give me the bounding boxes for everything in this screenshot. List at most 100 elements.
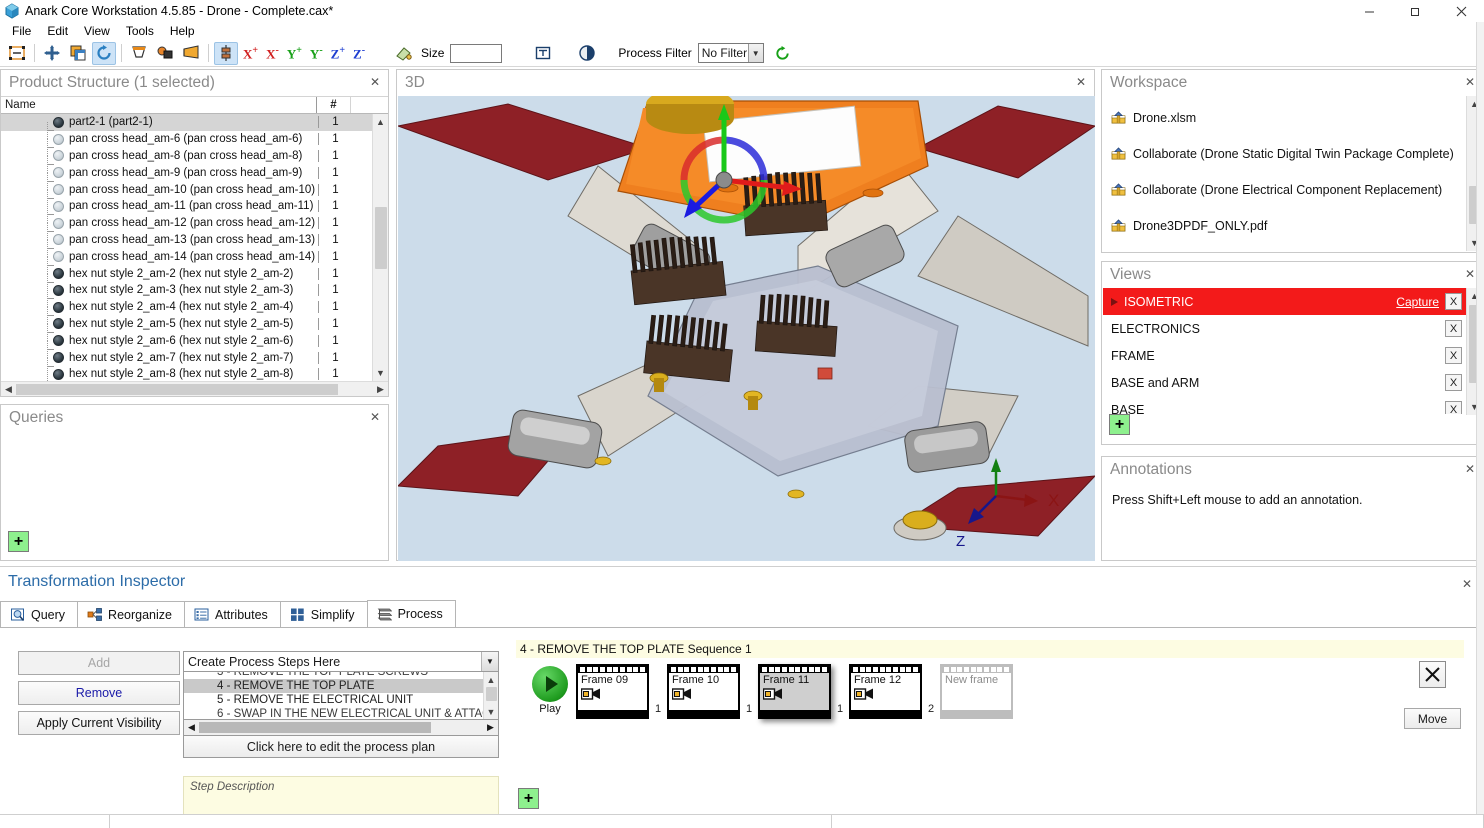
axis-x-minus-button[interactable]: X- <box>262 46 283 60</box>
sequence-close-button[interactable] <box>1419 661 1446 688</box>
scroll-down-icon[interactable]: ▼ <box>373 365 389 381</box>
close-icon[interactable]: ✕ <box>1463 75 1477 89</box>
delete-view-button[interactable]: X <box>1445 401 1462 414</box>
rotate-button[interactable] <box>92 42 116 65</box>
menu-tools[interactable]: Tools <box>118 23 162 39</box>
list-item[interactable]: Collaborate (Drone Electrical Component … <box>1103 172 1466 208</box>
table-row[interactable]: pan cross head_am-11 (pan cross head_am-… <box>1 198 372 215</box>
list-item[interactable]: Drone.xlsm <box>1103 100 1466 136</box>
list-item[interactable]: Drone3DPDF_ONLY.pdf <box>1103 208 1466 244</box>
process-step-row[interactable]: 3 - REMOVE THE TOP PLATE SCREWS <box>184 672 483 679</box>
new-frame-placeholder[interactable]: New frame <box>940 664 1013 719</box>
table-row[interactable]: hex nut style 2_am-3 (hex nut style 2_am… <box>1 282 372 299</box>
step-description-field[interactable]: Step Description <box>183 776 499 818</box>
menu-view[interactable]: View <box>76 23 118 39</box>
process-step-row[interactable]: 6 - SWAP IN THE NEW ELECTRICAL UNIT & AT… <box>184 707 483 719</box>
frame-thumbnail[interactable]: Frame 09 <box>576 664 649 719</box>
axis-z-minus-button[interactable]: Z- <box>349 46 369 60</box>
add-button[interactable]: Add <box>18 651 180 675</box>
perspective-button[interactable] <box>179 42 203 65</box>
table-row[interactable]: pan cross head_am-9 (pan cross head_am-9… <box>1 164 372 181</box>
axis-z-plus-button[interactable]: Z+ <box>327 46 349 60</box>
hscroll-thumb[interactable] <box>199 722 431 733</box>
scroll-thumb[interactable] <box>486 687 497 701</box>
frame-thumbnail[interactable]: Frame 10 <box>667 664 740 719</box>
delete-view-button[interactable]: X <box>1445 293 1462 310</box>
table-row[interactable]: hex nut style 2_am-4 (hex nut style 2_am… <box>1 299 372 316</box>
process-filter-select[interactable]: No Filter ▼ <box>698 43 764 63</box>
menu-edit[interactable]: Edit <box>39 23 76 39</box>
view-row[interactable]: BASE and ARMX <box>1103 369 1466 396</box>
tab-process[interactable]: Process <box>367 600 456 627</box>
table-row[interactable]: pan cross head_am-8 (pan cross head_am-8… <box>1 148 372 165</box>
steps-vscrollbar[interactable]: ▲ ▼ <box>483 672 498 719</box>
scroll-up-icon[interactable]: ▲ <box>373 114 389 130</box>
table-row[interactable]: pan cross head_am-13 (pan cross head_am-… <box>1 232 372 249</box>
steps-hscrollbar[interactable]: ◀ ▶ <box>183 720 499 736</box>
scroll-right-icon[interactable]: ▶ <box>483 720 498 735</box>
scroll-left-icon[interactable]: ◀ <box>1 382 16 397</box>
hscroll-thumb[interactable] <box>16 384 338 395</box>
menu-file[interactable]: File <box>4 23 39 39</box>
close-icon[interactable]: ✕ <box>368 410 382 424</box>
shading-button[interactable] <box>575 42 599 65</box>
add-view-button[interactable]: + <box>1109 414 1130 435</box>
scroll-right-icon[interactable]: ▶ <box>373 382 388 397</box>
view-row[interactable]: ISOMETRICCaptureX <box>1103 288 1466 315</box>
delete-view-button[interactable]: X <box>1445 374 1462 391</box>
duplicate-button[interactable] <box>66 42 90 65</box>
hscroll-track[interactable] <box>199 720 483 735</box>
close-icon[interactable]: ✕ <box>1463 462 1477 476</box>
section-button[interactable] <box>127 42 151 65</box>
axis-y-plus-button[interactable]: Y+ <box>283 46 306 60</box>
process-steps-list[interactable]: 3 - REMOVE THE TOP PLATE SCREWS4 - REMOV… <box>183 672 499 720</box>
table-row[interactable]: pan cross head_am-12 (pan cross head_am-… <box>1 215 372 232</box>
add-sequence-button[interactable]: + <box>518 788 539 809</box>
table-row[interactable]: pan cross head_am-10 (pan cross head_am-… <box>1 181 372 198</box>
delete-view-button[interactable]: X <box>1445 320 1462 337</box>
pan-button[interactable] <box>40 42 64 65</box>
minimize-button[interactable] <box>1346 0 1392 22</box>
frame-thumbnail[interactable]: Frame 12 <box>849 664 922 719</box>
align-axes-button[interactable] <box>214 42 238 65</box>
table-row[interactable]: hex nut style 2_am-8 (hex nut style 2_am… <box>1 366 372 381</box>
table-row[interactable]: pan cross head_am-14 (pan cross head_am-… <box>1 248 372 265</box>
axis-y-minus-button[interactable]: Y- <box>306 46 327 60</box>
table-row[interactable]: hex nut style 2_am-2 (hex nut style 2_am… <box>1 265 372 282</box>
close-icon[interactable]: ✕ <box>1462 577 1472 591</box>
product-structure-hscrollbar[interactable]: ◀ ▶ <box>1 381 388 396</box>
remove-button[interactable]: Remove <box>18 681 180 705</box>
text-annotation-button[interactable] <box>531 42 555 65</box>
tab-query[interactable]: Query <box>0 601 78 627</box>
chevron-down-icon[interactable]: ▼ <box>481 652 498 671</box>
render-mode-button[interactable] <box>153 42 177 65</box>
play-button[interactable]: Play <box>526 666 574 715</box>
paint-button[interactable] <box>392 42 416 65</box>
table-row[interactable]: pan cross head_am-6 (pan cross head_am-6… <box>1 131 372 148</box>
process-step-row[interactable]: 5 - REMOVE THE ELECTRICAL UNIT <box>184 693 483 707</box>
close-icon[interactable]: ✕ <box>368 75 382 89</box>
scroll-down-icon[interactable]: ▼ <box>484 704 499 719</box>
table-row[interactable]: hex nut style 2_am-6 (hex nut style 2_am… <box>1 332 372 349</box>
scroll-thumb[interactable] <box>375 207 387 269</box>
size-input[interactable] <box>450 44 502 63</box>
axis-x-plus-button[interactable]: X+ <box>239 46 262 60</box>
capture-link[interactable]: Capture <box>1396 295 1439 309</box>
frame-thumbnail[interactable]: Frame 11 <box>758 664 831 719</box>
menu-help[interactable]: Help <box>162 23 203 39</box>
list-item[interactable]: Collaborate (Drone Static Digital Twin P… <box>1103 136 1466 172</box>
close-icon[interactable]: ✕ <box>1074 75 1088 89</box>
3d-viewport[interactable]: X Z <box>398 96 1095 561</box>
fit-to-view-button[interactable] <box>5 42 29 65</box>
process-step-row[interactable]: 4 - REMOVE THE TOP PLATE <box>184 679 483 693</box>
table-row[interactable]: hex nut style 2_am-7 (hex nut style 2_am… <box>1 349 372 366</box>
sequence-move-button[interactable]: Move <box>1404 708 1461 729</box>
table-row[interactable]: part2-1 (part2-1)1 <box>1 114 372 131</box>
delete-view-button[interactable]: X <box>1445 347 1462 364</box>
process-steps-combo[interactable]: Create Process Steps Here ▼ <box>183 651 499 672</box>
add-query-button[interactable]: + <box>8 531 29 552</box>
maximize-button[interactable] <box>1392 0 1438 22</box>
product-structure-vscrollbar[interactable]: ▲ ▼ <box>372 114 388 381</box>
apply-current-visibility-button[interactable]: Apply Current Visibility <box>18 711 180 735</box>
tab-simplify[interactable]: Simplify <box>280 601 368 627</box>
